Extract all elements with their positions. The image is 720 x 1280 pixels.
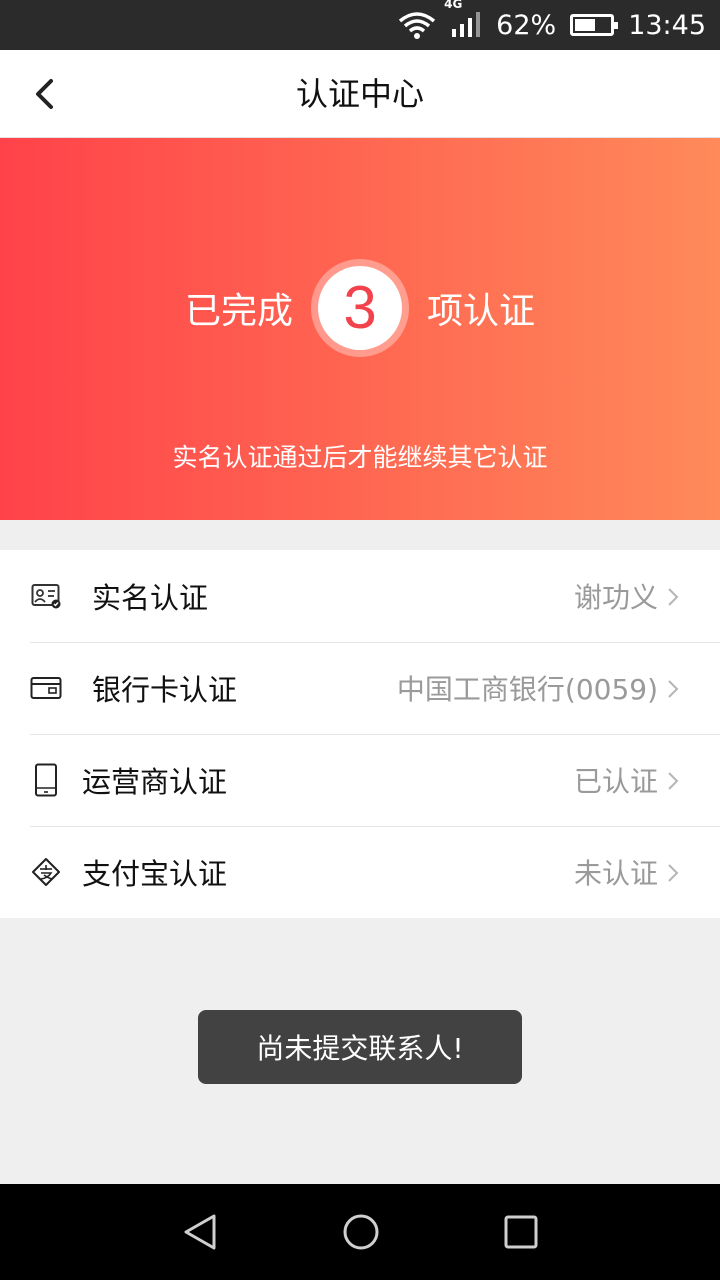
battery-icon (570, 14, 619, 36)
list-item-label: 支付宝认证 (82, 857, 228, 891)
home-circle-icon[interactable] (341, 1212, 381, 1252)
battery-fill (575, 19, 595, 31)
list-item-label: 实名认证 (92, 581, 209, 615)
bank-card-icon (30, 672, 62, 704)
chevron-right-icon (668, 680, 679, 698)
signal-icon: 4G (444, 0, 482, 39)
list-item-value: 谢功义 (573, 581, 658, 614)
list-item-label: 银行卡认证 (92, 673, 238, 707)
certification-list: 实名认证 谢功义 银行卡认证 中国工商银行(0059) 运营商认证 已认证 支付… (0, 550, 720, 918)
phone-icon (30, 763, 62, 797)
banner-hint: 实名认证通过后才能继续其它认证 (172, 443, 548, 472)
completed-summary: 已完成 3 项认证 (0, 258, 720, 358)
id-card-icon (30, 580, 62, 612)
chevron-right-icon (668, 588, 679, 606)
list-item-bank-card[interactable]: 银行卡认证 中国工商银行(0059) (0, 642, 720, 734)
recents-square-icon[interactable] (501, 1212, 541, 1252)
list-item-value: 未认证 (573, 857, 658, 890)
back-icon[interactable] (22, 72, 66, 116)
completed-suffix: 项认证 (427, 291, 536, 332)
chevron-right-icon (668, 772, 679, 790)
page-title: 认证中心 (295, 75, 424, 113)
toast-message: 尚未提交联系人! (198, 1010, 522, 1084)
back-triangle-icon[interactable] (180, 1212, 220, 1252)
list-item-label: 运营商认证 (82, 765, 228, 799)
list-item-alipay[interactable]: 支付宝认证 未认证 (0, 826, 720, 918)
alipay-icon (30, 856, 62, 888)
system-nav-bar (0, 1184, 720, 1280)
nav-bar: 认证中心 (0, 50, 720, 138)
chevron-right-icon (668, 864, 679, 882)
status-bar: 4G 62% 13:45 (0, 0, 720, 50)
wifi-icon (398, 11, 436, 39)
list-item-value: 已认证 (573, 765, 658, 798)
completed-prefix: 已完成 (184, 291, 293, 332)
network-type: 4G (444, 0, 463, 11)
list-item-real-name[interactable]: 实名认证 谢功义 (0, 550, 720, 642)
list-item-value: 中国工商银行(0059) (396, 673, 658, 706)
battery-percent: 62% (496, 9, 557, 41)
clock: 13:45 (628, 9, 706, 41)
count-badge: 3 (311, 259, 409, 357)
list-item-carrier[interactable]: 运营商认证 已认证 (0, 734, 720, 826)
completed-count: 3 (318, 266, 402, 350)
certification-banner: 已完成 3 项认证 实名认证通过后才能继续其它认证 (0, 138, 720, 520)
